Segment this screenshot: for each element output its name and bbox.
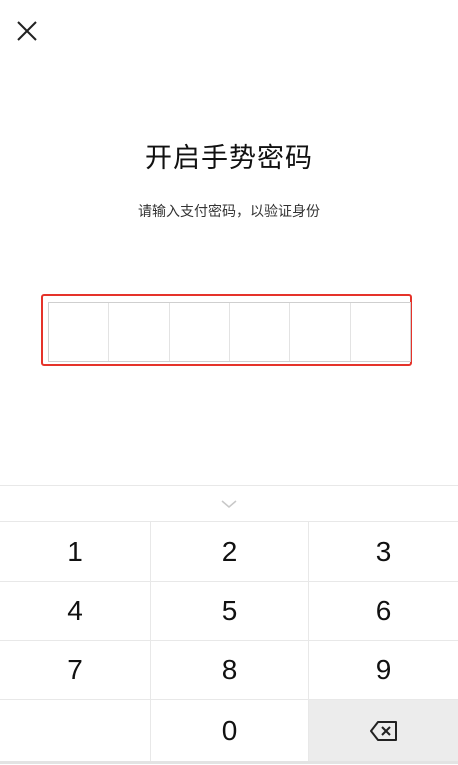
backspace-icon — [369, 721, 397, 741]
key-0[interactable]: 0 — [151, 700, 309, 762]
collapse-keyboard-button[interactable] — [0, 486, 458, 522]
pin-cell — [49, 303, 110, 361]
pin-cell — [170, 303, 230, 361]
key-8[interactable]: 8 — [151, 641, 309, 700]
close-button[interactable] — [14, 18, 42, 46]
key-3[interactable]: 3 — [309, 522, 458, 582]
pin-cell — [109, 303, 170, 361]
key-4[interactable]: 4 — [0, 582, 151, 641]
pin-input[interactable] — [48, 302, 411, 362]
delete-key[interactable] — [309, 700, 458, 762]
page-title: 开启手势密码 — [145, 143, 313, 174]
close-icon — [17, 21, 37, 41]
pin-cell — [290, 303, 351, 361]
pin-cell — [351, 303, 410, 361]
numeric-keypad: 1 2 3 4 5 6 7 8 9 0 — [0, 485, 458, 765]
pin-cell — [230, 303, 291, 361]
key-6[interactable]: 6 — [309, 582, 458, 641]
key-1[interactable]: 1 — [0, 522, 151, 582]
key-empty — [0, 700, 151, 762]
key-5[interactable]: 5 — [151, 582, 309, 641]
page-subtitle: 请输入支付密码，以验证身份 — [138, 204, 320, 220]
key-7[interactable]: 7 — [0, 641, 151, 700]
chevron-down-icon — [221, 499, 237, 508]
key-2[interactable]: 2 — [151, 522, 309, 582]
key-9[interactable]: 9 — [309, 641, 458, 700]
